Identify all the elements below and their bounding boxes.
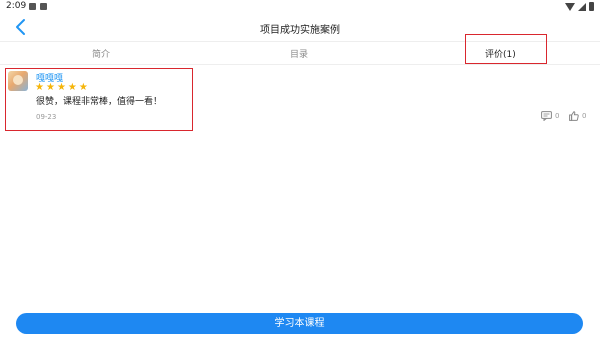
study-course-button[interactable]: 学习本课程 (16, 313, 583, 334)
image-icon (29, 3, 36, 10)
tab-intro[interactable]: 简介 (92, 47, 110, 60)
notification-icon (40, 3, 47, 10)
thumbs-up-icon (569, 111, 579, 121)
status-icons (565, 2, 594, 11)
reply-button[interactable]: 0 (541, 111, 559, 121)
like-count: 0 (582, 112, 587, 120)
wifi-icon (565, 2, 575, 11)
highlight-box-tab (465, 34, 547, 64)
highlight-box-review (5, 68, 193, 131)
like-button[interactable]: 0 (569, 111, 586, 121)
battery-icon (589, 2, 594, 11)
tab-catalog[interactable]: 目录 (290, 47, 308, 60)
signal-icon (578, 2, 586, 11)
comment-icon (541, 111, 552, 121)
reply-count: 0 (555, 112, 560, 120)
status-bar: 2:09 (0, 0, 600, 14)
status-time: 2:09 (6, 1, 27, 11)
